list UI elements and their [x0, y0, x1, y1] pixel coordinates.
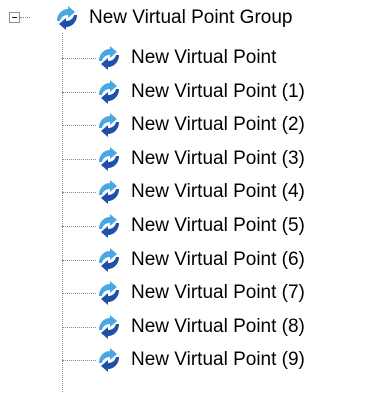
- child-connector: [62, 260, 96, 261]
- virtual-point-group-icon: [54, 5, 80, 31]
- child-connector: [62, 226, 96, 227]
- tree-node-label: New Virtual Point (3): [131, 148, 305, 169]
- child-connector: [62, 58, 96, 59]
- tree-node-virtual-point[interactable]: New Virtual Point (7): [96, 280, 305, 306]
- tree-node-root-label: New Virtual Point Group: [89, 7, 293, 28]
- tree-node-virtual-point[interactable]: New Virtual Point (5): [96, 213, 305, 239]
- virtual-point-icon: [96, 179, 122, 205]
- root-connector: [20, 17, 30, 18]
- tree-node-virtual-point[interactable]: New Virtual Point (6): [96, 247, 305, 273]
- tree-node-label: New Virtual Point (2): [131, 114, 305, 135]
- tree-node-virtual-point[interactable]: New Virtual Point: [96, 45, 276, 71]
- virtual-point-icon: [96, 45, 122, 71]
- child-connector: [62, 360, 96, 361]
- tree-node-virtual-point[interactable]: New Virtual Point (9): [96, 347, 305, 373]
- child-connector: [62, 192, 96, 193]
- tree-node-virtual-point[interactable]: New Virtual Point (8): [96, 314, 305, 340]
- collapse-toggle-icon[interactable]: [9, 12, 20, 23]
- virtual-point-icon: [96, 314, 122, 340]
- child-connector: [62, 92, 96, 93]
- child-connector: [62, 327, 96, 328]
- children-trunk: [62, 33, 63, 392]
- tree-node-label: New Virtual Point (9): [131, 349, 305, 370]
- tree-node-root[interactable]: New Virtual Point Group: [54, 5, 292, 31]
- tree-node-virtual-point[interactable]: New Virtual Point (4): [96, 179, 305, 205]
- tree-node-label: New Virtual Point (8): [131, 316, 305, 337]
- tree-node-virtual-point[interactable]: New Virtual Point (2): [96, 112, 305, 138]
- virtual-point-icon: [96, 280, 122, 306]
- child-connector: [62, 159, 96, 160]
- tree-node-label: New Virtual Point: [131, 47, 277, 68]
- virtual-point-icon: [96, 112, 122, 138]
- tree-node-label: New Virtual Point (4): [131, 181, 305, 202]
- tree-node-virtual-point[interactable]: New Virtual Point (1): [96, 79, 305, 105]
- tree-node-virtual-point[interactable]: New Virtual Point (3): [96, 146, 305, 172]
- virtual-point-icon: [96, 347, 122, 373]
- tree-node-label: New Virtual Point (1): [131, 81, 305, 102]
- virtual-point-icon: [96, 213, 122, 239]
- virtual-point-icon: [96, 146, 122, 172]
- child-connector: [62, 125, 96, 126]
- tree-node-label: New Virtual Point (6): [131, 249, 305, 270]
- virtual-point-icon: [96, 79, 122, 105]
- child-connector: [62, 293, 96, 294]
- tree-node-label: New Virtual Point (5): [131, 215, 305, 236]
- virtual-point-icon: [96, 247, 122, 273]
- virtual-point-tree: New Virtual Point Group New Virtual Poin…: [0, 0, 365, 409]
- tree-node-label: New Virtual Point (7): [131, 282, 305, 303]
